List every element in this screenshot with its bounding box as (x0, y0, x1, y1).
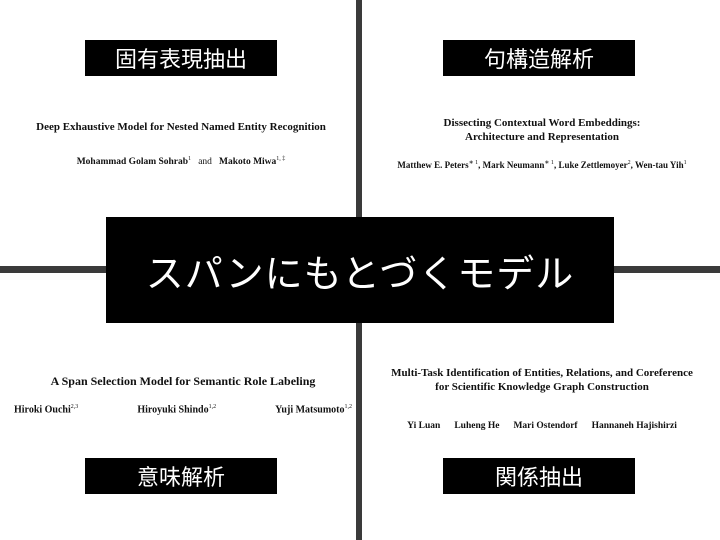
author-affiliation: ∗ 1 (544, 159, 554, 166)
paper-title-line1: Multi-Task Identification of Entities, R… (391, 367, 693, 379)
author-name: Luheng He (454, 420, 500, 431)
paper-nested-ner: Deep Exhaustive Model for Nested Named E… (6, 121, 356, 167)
author-name: Hiroki Ouchi (14, 404, 71, 416)
paper-authors: Mohammad Golam Sohrab1 and Makoto Miwa1,… (6, 156, 356, 167)
author-name: Yuji Matsumoto (275, 404, 345, 416)
author-name: Hannaneh Hajishirzi (591, 420, 677, 431)
author: Hiroki Ouchi2,3 (14, 404, 78, 415)
label-semantic-analysis: 意味解析 (85, 458, 277, 494)
author-name: Hiroyuki Shindo (137, 404, 209, 416)
center-banner: スパンにもとづくモデル (106, 217, 614, 323)
author-conjunction: and (198, 156, 212, 167)
author-affiliation: 1 (683, 159, 687, 166)
author-name: Matthew E. Peters (397, 159, 469, 170)
paper-title: Deep Exhaustive Model for Nested Named E… (36, 121, 326, 133)
paper-span-selection-srl: A Span Selection Model for Semantic Role… (14, 374, 352, 415)
author-name: Luke Zettlemoyer (558, 159, 628, 170)
author-name: Yi Luan (407, 420, 441, 431)
author: Hiroyuki Shindo1,2 (137, 404, 216, 415)
author-affiliation: ∗ 1 (468, 159, 479, 166)
paper-title-line2: for Scientific Knowledge Graph Construct… (435, 380, 649, 393)
label-named-entity-extraction: 固有表現抽出 (85, 40, 277, 76)
author-affiliation: 2 (627, 159, 631, 166)
author-affiliation: 1, ‡ (276, 155, 286, 162)
paper-contextual-embeddings: Dissecting Contextual Word Embeddings: A… (364, 117, 720, 170)
author-affiliation: 1,2 (344, 404, 352, 410)
author-affiliation: 2,3 (70, 404, 79, 410)
paper-authors: Yi Luan Luheng He Mari Ostendorf Hannane… (364, 421, 720, 431)
paper-multi-task-scierc: Multi-Task Identification of Entities, R… (364, 367, 720, 431)
author-affiliation: 1,2 (208, 404, 217, 410)
author-name: Mohammad Golam Sohrab (76, 156, 189, 167)
author: Yuji Matsumoto1,2 (275, 404, 352, 415)
label-syntactic-parsing: 句構造解析 (443, 40, 635, 76)
author-affiliation: 1 (188, 155, 192, 162)
label-relation-extraction: 関係抽出 (443, 458, 635, 494)
paper-authors: Matthew E. Peters∗ 1, Mark Neumann∗ 1, L… (397, 159, 687, 170)
author-name: Mark Neumann (482, 159, 545, 170)
author-name: Mari Ostendorf (513, 420, 578, 431)
horizontal-divider-right (610, 266, 720, 273)
author-name: Makoto Miwa (219, 156, 277, 167)
paper-title: A Span Selection Model for Semantic Role… (50, 374, 316, 388)
paper-authors: Hiroki Ouchi2,3 Hiroyuki Shindo1,2 Yuji … (14, 404, 352, 415)
author-name: Wen-tau Yih (635, 159, 684, 170)
paper-title-line2: Architecture and Representation (465, 130, 619, 143)
paper-title-line1: Dissecting Contextual Word Embeddings: (443, 117, 641, 129)
horizontal-divider-left (0, 266, 110, 273)
